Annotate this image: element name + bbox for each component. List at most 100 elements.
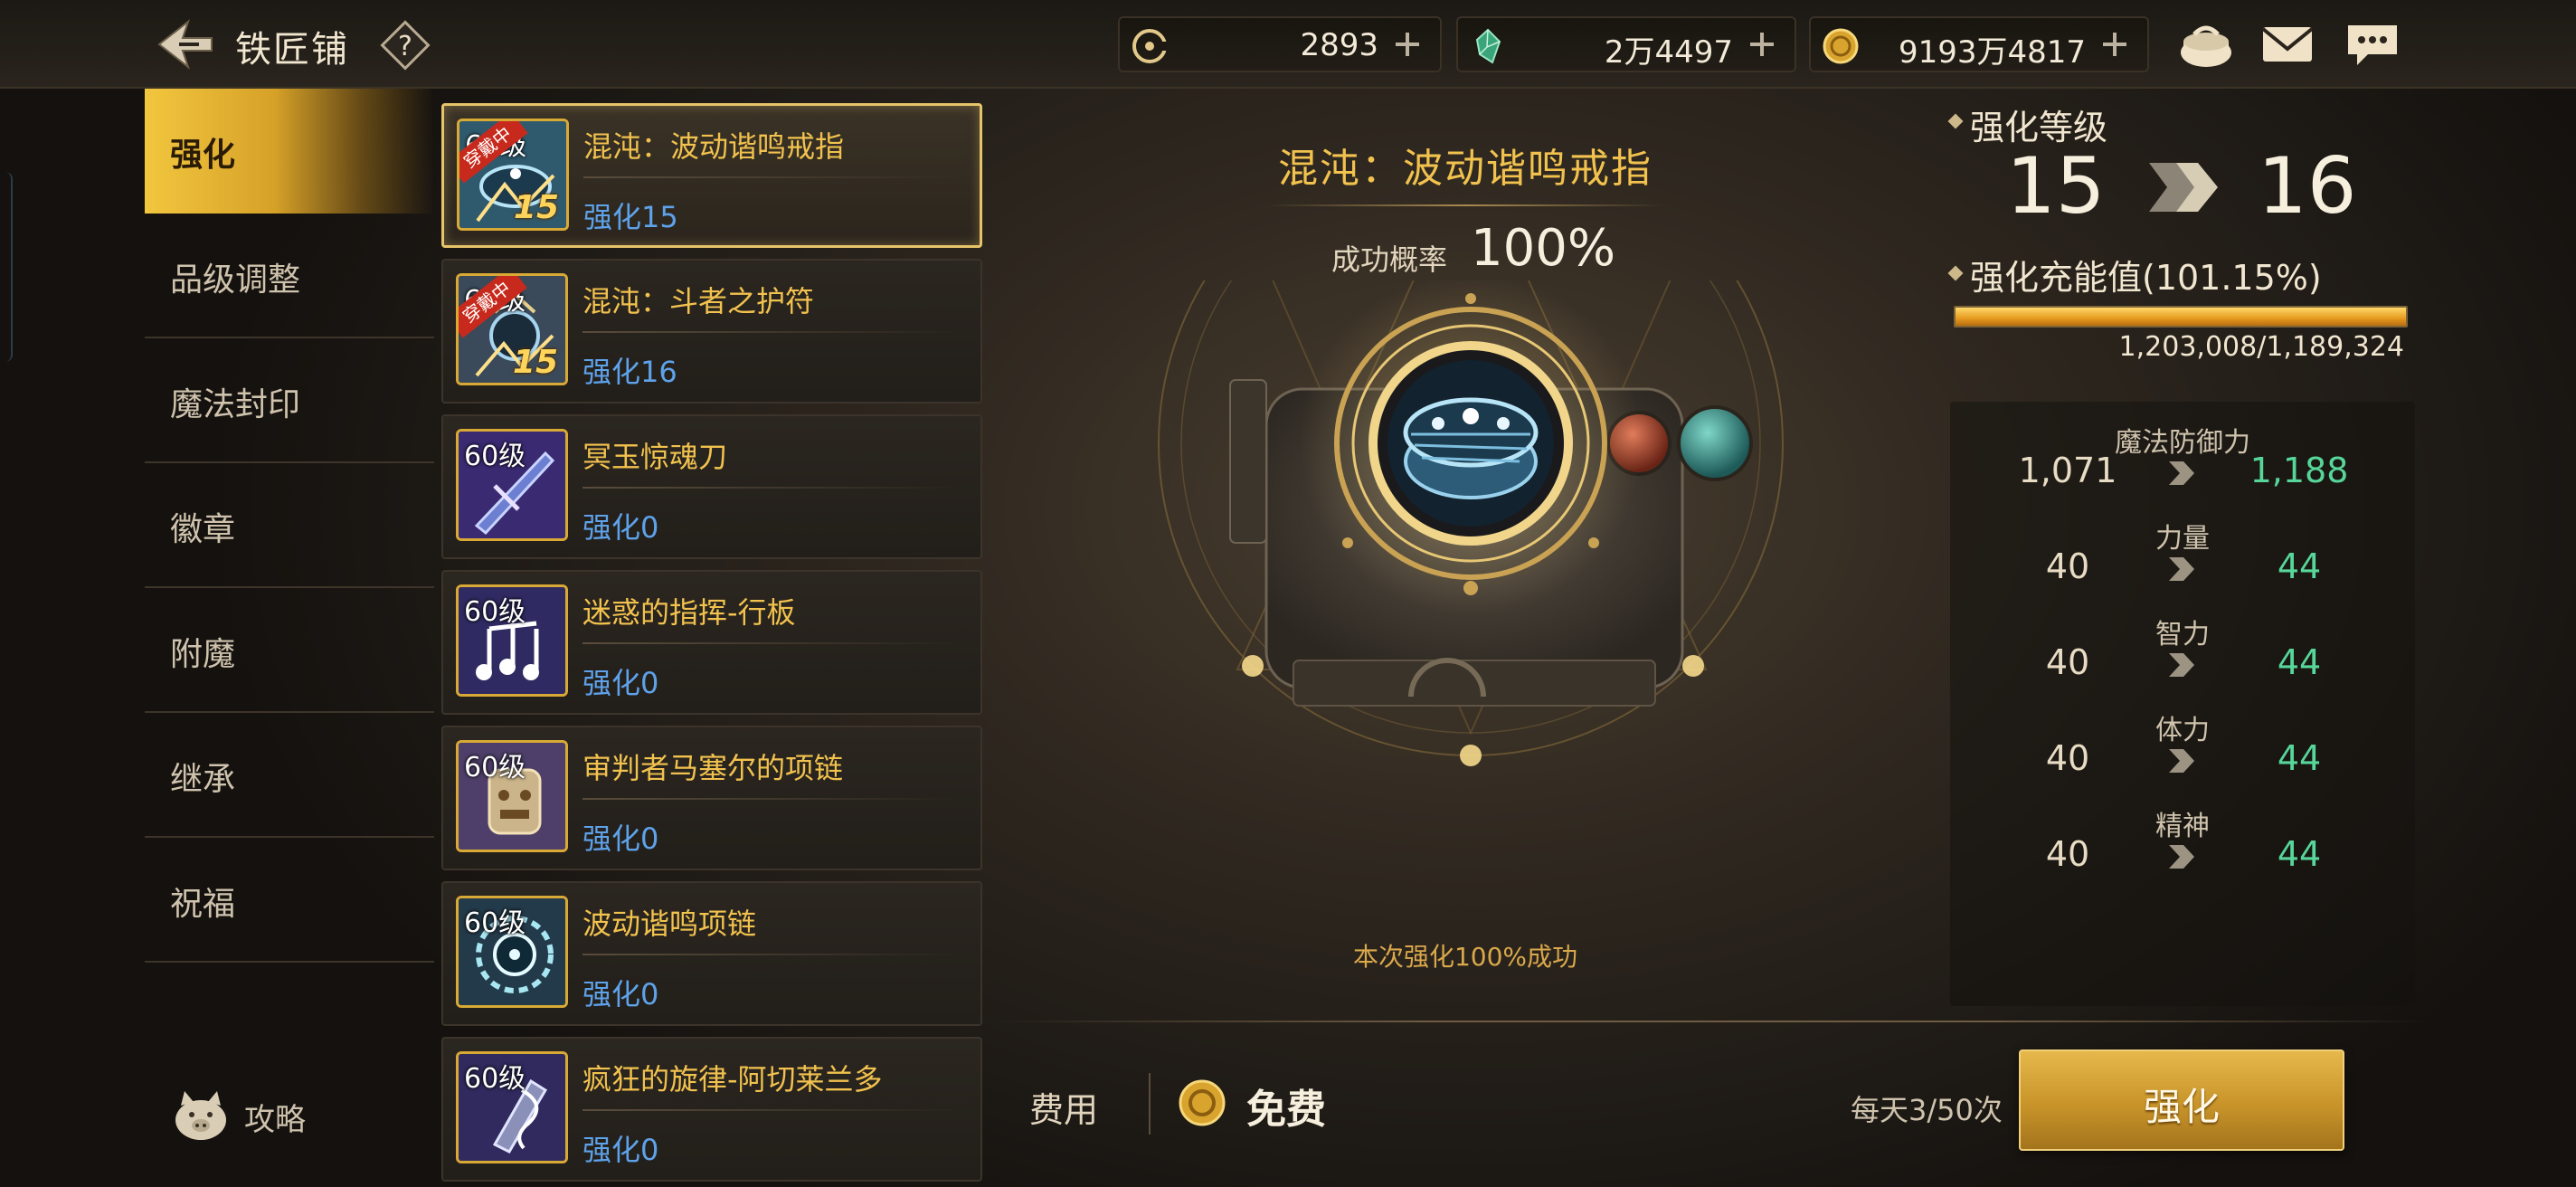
back-arrow-icon[interactable]: [152, 16, 217, 72]
item-icon: 60级: [456, 584, 568, 697]
cost-label: 费用: [1029, 1090, 1099, 1130]
item-icon: 60级穿戴中15: [456, 273, 568, 385]
stat-new-value: 44: [2277, 546, 2322, 586]
item-row[interactable]: 60级穿戴中15 混沌：斗者之护符强化16: [441, 259, 982, 404]
add-gold-button[interactable]: [2093, 22, 2136, 67]
nav-item-label: 品级调整: [170, 261, 301, 299]
nav-item-magic-seal[interactable]: 魔法封印: [145, 338, 434, 463]
currency-token: 2893: [1118, 16, 1442, 72]
enhance-button[interactable]: 强化: [2019, 1049, 2344, 1151]
forge-apparatus: [1158, 280, 1784, 766]
item-divider: [582, 954, 962, 955]
item-enhance-level: 强化0: [582, 977, 659, 1011]
item-name: 疯狂的旋律-阿切莱兰多: [582, 1062, 883, 1097]
charge-progress-bar: [1954, 306, 2408, 328]
title-divider: [1266, 204, 1664, 206]
item-divider: [582, 1109, 962, 1111]
item-icon: 60级: [456, 1051, 568, 1163]
item-enhance-level: 强化0: [582, 821, 659, 856]
item-row[interactable]: 60级 审判者马塞尔的项链 强化0: [441, 726, 982, 870]
top-bar: 铁匠铺 ? 2893 2万4497 9193万4817: [0, 0, 2576, 89]
c-token-icon: [1132, 29, 1167, 63]
item-icon: 60级: [456, 896, 568, 1008]
item-divider: [582, 642, 962, 644]
stats-panel: 魔法防御力 1,071 1,188 力量 40 44 智力 40 44 体力 40 44 精神 40 44: [1950, 402, 2415, 1006]
item-icon: 60级穿戴中15: [457, 119, 569, 231]
nav-item-emblem[interactable]: 徽章: [145, 463, 434, 588]
item-name: 混沌：波动谐鸣戒指: [583, 129, 845, 164]
success-rate-value: 100%: [1471, 219, 1616, 278]
nav-item-enchant[interactable]: 附魔: [145, 588, 434, 713]
item-row[interactable]: 60级 冥玉惊魂刀 强化0: [441, 414, 982, 559]
add-token-button[interactable]: [1386, 22, 1429, 67]
forge-item-name: 混沌：波动谐鸣戒指: [1278, 146, 1653, 192]
item-name: 审判者马塞尔的项链: [582, 751, 844, 785]
item-divider: [582, 331, 962, 333]
stat-old-value: 40: [2045, 642, 2090, 682]
stat-old-value: 40: [2045, 834, 2090, 874]
coin-purse-icon[interactable]: [2174, 16, 2238, 72]
item-divider: [583, 176, 963, 178]
stat-old-value: 40: [2045, 546, 2090, 586]
item-icon: 60级: [456, 740, 568, 852]
rune-node: [1682, 655, 1704, 677]
double-chevron-icon: [2149, 163, 2218, 212]
pig-mascot-icon: [175, 1091, 226, 1140]
enhance-level-next: 16: [2258, 141, 2357, 232]
success-rate-label: 成功概率: [1331, 242, 1448, 277]
nav-item-bless[interactable]: 祝福: [145, 838, 434, 963]
item-row[interactable]: 60级 波动谐鸣项链 强化0: [441, 881, 982, 1026]
item-row[interactable]: 60级 疯狂的旋律-阿切莱兰多 强化0: [441, 1037, 982, 1182]
chevron-right-icon: [2169, 845, 2194, 869]
currency-crystal: 2万4497: [1456, 16, 1796, 72]
stat-old-value: 1,071: [2018, 451, 2117, 490]
bottom-divider: [993, 1021, 2431, 1022]
stat-new-value: 44: [2277, 642, 2322, 682]
item-enhance-level: 强化15: [583, 200, 678, 234]
currency-gold: 9193万4817: [1809, 16, 2149, 72]
nav-item-label: 附魔: [170, 636, 236, 673]
stat-new-value: 44: [2277, 834, 2322, 874]
cost-divider: [1149, 1073, 1151, 1135]
item-divider: [582, 798, 962, 800]
charge-progress-fill: [1956, 308, 2406, 326]
mail-icon[interactable]: [2256, 16, 2319, 72]
green-crystal-icon: [1475, 28, 1501, 64]
chevron-right-icon: [2169, 749, 2194, 773]
item-enhance-level: 强化0: [582, 1133, 659, 1167]
item-enhance-level: 强化16: [582, 355, 677, 389]
nav-item-inherit[interactable]: 继承: [145, 713, 434, 838]
chevron-right-icon: [2169, 653, 2194, 677]
item-enhance-level: 强化0: [582, 510, 659, 545]
chevron-right-icon: [2169, 557, 2194, 581]
chat-icon[interactable]: [2341, 16, 2404, 72]
side-drawer-handle[interactable]: [0, 172, 13, 362]
nav-item-label: 继承: [170, 761, 236, 798]
currency-token-value: 2893: [1300, 27, 1378, 63]
item-enhance-level: 强化0: [582, 666, 659, 700]
nav-item-label: 徽章: [170, 511, 236, 548]
rune-node: [1460, 745, 1482, 766]
help-icon[interactable]: ?: [378, 18, 432, 72]
nav-item-enhance[interactable]: 强化: [145, 89, 434, 214]
gold-coin-icon: [1179, 1079, 1226, 1126]
teal-gem-icon: [1677, 405, 1753, 481]
item-level: 60级: [464, 907, 526, 939]
item-enhance-number: 15: [513, 189, 559, 226]
enhance-level-current: 15: [2006, 141, 2106, 232]
item-enhance-number: 15: [512, 344, 558, 381]
currency-crystal-value: 2万4497: [1604, 34, 1733, 71]
stat-new-value: 1,188: [2249, 451, 2349, 490]
svg-text:?: ?: [398, 31, 412, 62]
item-row[interactable]: 60级 迷惑的指挥-行板 强化0: [441, 570, 982, 715]
item-level: 60级: [464, 596, 526, 628]
item-name: 混沌：斗者之护符: [582, 284, 815, 318]
item-level: 60级: [464, 441, 526, 472]
nav-item-grade-adjust[interactable]: 品级调整: [145, 214, 434, 338]
nav-item-label: 祝福: [170, 886, 236, 923]
item-name: 迷惑的指挥-行板: [582, 595, 796, 630]
item-row[interactable]: 60级穿戴中15 混沌：波动谐鸣戒指强化15: [441, 103, 982, 248]
stat-new-value: 44: [2277, 738, 2322, 778]
add-crystal-button[interactable]: [1740, 22, 1784, 67]
currency-gold-value: 9193万4817: [1898, 34, 2086, 71]
